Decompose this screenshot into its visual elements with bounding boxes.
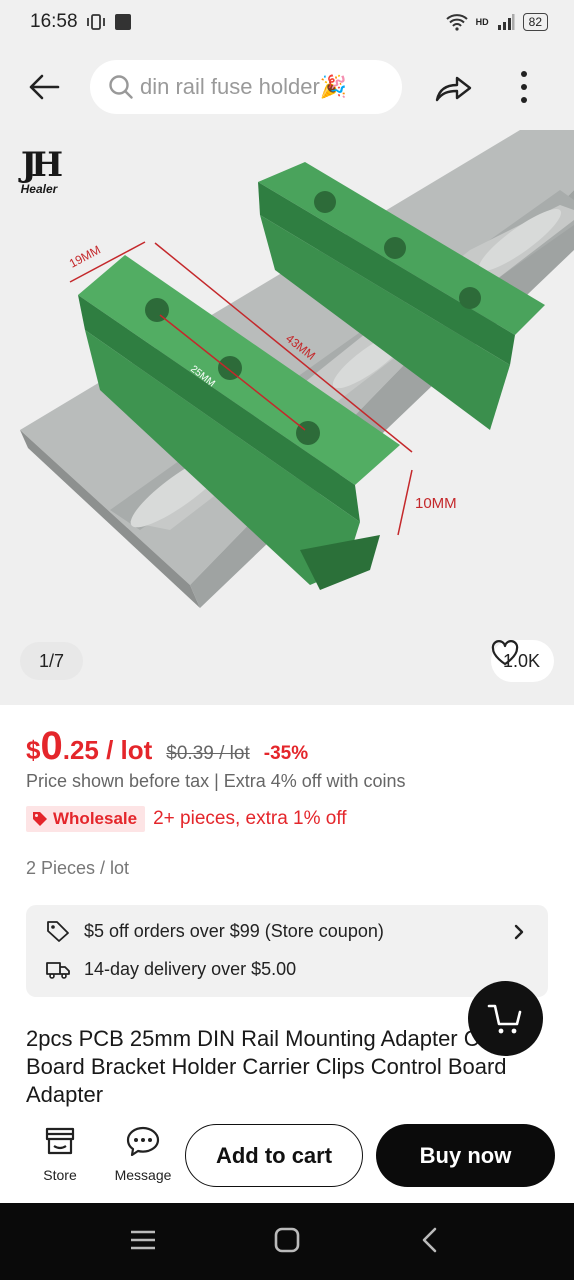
buy-now-button[interactable]: Buy now [376, 1124, 555, 1187]
delivery-line: 14-day delivery over $5.00 [46, 959, 296, 980]
notification-square-icon [114, 14, 131, 30]
add-to-cart-button[interactable]: Add to cart [185, 1124, 363, 1187]
price-row: $ 0 .25 / lot $0.39 / lot -35% [26, 724, 308, 769]
back-nav-icon[interactable] [420, 1227, 440, 1253]
floating-cart-button[interactable] [468, 981, 543, 1056]
tag-icon [33, 812, 47, 826]
cart-icon [487, 1004, 521, 1033]
dim-label-19mm: 19MM [67, 243, 103, 271]
lot-size: 2 Pieces / lot [26, 858, 130, 878]
search-input[interactable]: din rail fuse holder🎉 [90, 60, 402, 114]
delivery-truck-icon [46, 961, 70, 979]
heart-icon [491, 640, 519, 666]
top-bar: din rail fuse holder🎉 [0, 44, 574, 130]
share-button[interactable] [430, 63, 478, 111]
message-icon [126, 1126, 160, 1157]
coupon-delivery-card[interactable]: $5 off orders over $99 (Store coupon) 14… [26, 905, 548, 997]
more-options-button[interactable] [500, 63, 548, 111]
share-icon [435, 76, 472, 102]
home-icon[interactable] [274, 1227, 300, 1253]
product-photo: 19MM 43MM 25MM 10MM [20, 130, 574, 608]
brand-logo: JH Healer [14, 148, 64, 196]
tax-note: Price shown before tax | Extra 4% off wi… [26, 771, 406, 791]
search-query: din rail fuse holder🎉 [140, 74, 348, 99]
system-navigation-bar [0, 1203, 574, 1280]
wholesale-badge-label: Wholesale [53, 809, 138, 828]
wholesale-row[interactable]: Wholesale 2+ pieces, extra 1% off [26, 806, 347, 832]
delivery-text: 14-day delivery over $5.00 [84, 959, 297, 979]
store-icon [45, 1127, 75, 1155]
store-label: Store [43, 1167, 77, 1183]
chevron-right-icon [514, 924, 524, 940]
network-label: HD [475, 17, 489, 27]
original-price: $0.39 / lot [166, 743, 250, 764]
coupon-line: $5 off orders over $99 (Store coupon) [46, 920, 384, 942]
store-button[interactable]: Store [25, 1126, 95, 1183]
wifi-icon [445, 14, 468, 31]
status-time: 16:58 [30, 11, 78, 32]
brand-mark: JH [20, 145, 63, 185]
bottom-action-bar: Store Message Add to cart Buy now [0, 1110, 574, 1203]
product-image-gallery[interactable]: 19MM 43MM 25MM 10MM JH Healer 1/7 1.0K [0, 130, 574, 705]
back-arrow-icon [29, 74, 60, 100]
brand-name: Healer [20, 182, 58, 196]
wholesale-badge: Wholesale [26, 806, 146, 832]
message-label: Message [114, 1167, 172, 1183]
price-currency: $ [26, 735, 41, 765]
more-vertical-icon [521, 71, 527, 103]
image-page-indicator: 1/7 [20, 642, 84, 680]
message-button[interactable]: Message [108, 1126, 178, 1183]
battery-level: 82 [522, 13, 548, 31]
back-button[interactable] [20, 63, 68, 111]
coupon-text: $5 off orders over $99 (Store coupon) [84, 920, 384, 941]
coupon-tag-icon [47, 921, 69, 942]
price-decimal-unit: .25 / lot [62, 735, 153, 765]
discount-percent: -35% [263, 743, 309, 764]
status-bar: 16:58 HD 82 [0, 0, 574, 44]
vibrate-icon [86, 14, 105, 30]
wholesale-text: 2+ pieces, extra 1% off [153, 808, 347, 829]
menu-icon[interactable] [130, 1227, 156, 1253]
dim-label-10mm: 10MM [415, 495, 457, 512]
price-integer: 0 [40, 724, 63, 768]
wishlist-button[interactable]: 1.0K [490, 640, 554, 682]
search-icon [109, 75, 133, 99]
signal-icon [497, 14, 515, 30]
